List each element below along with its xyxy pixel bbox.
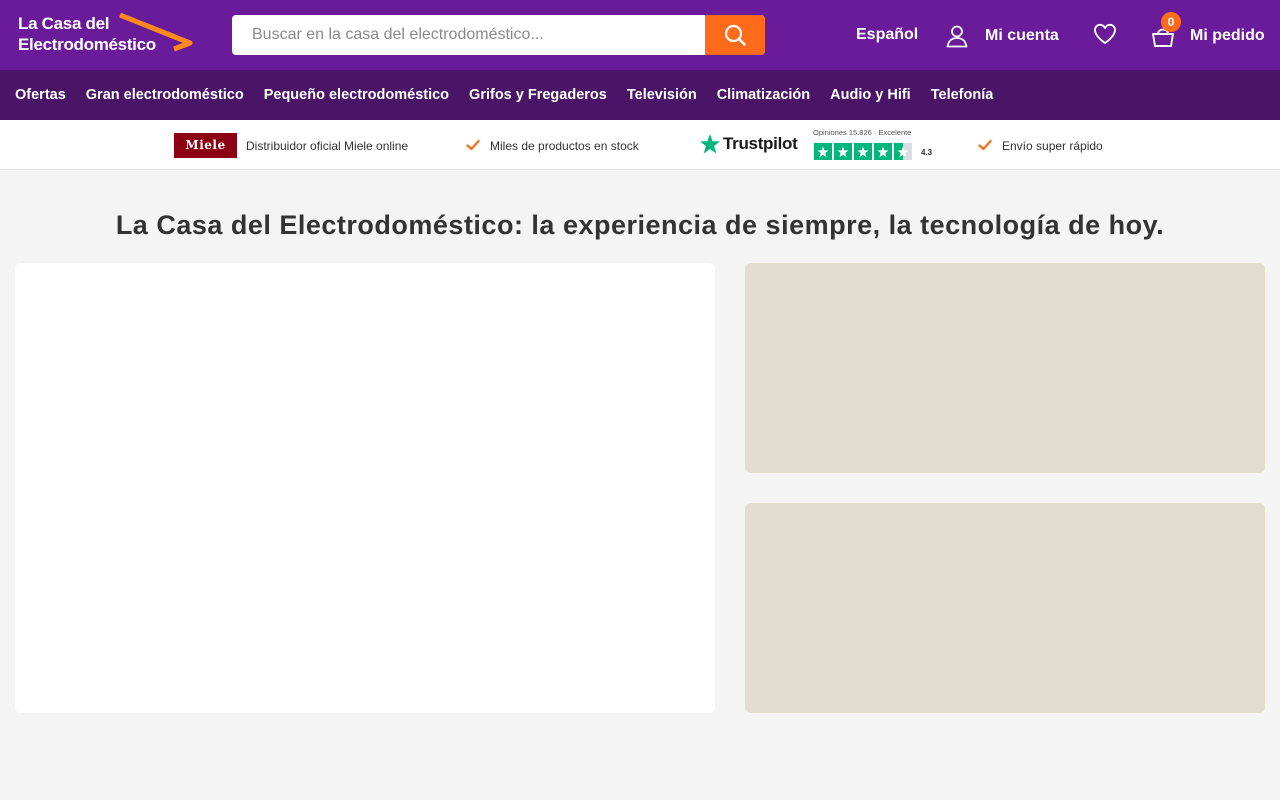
rating-star-icon bbox=[834, 143, 852, 160]
heart-icon bbox=[1094, 23, 1116, 44]
check-icon bbox=[978, 139, 992, 151]
nav-item-television[interactable]: Televisión bbox=[627, 87, 697, 103]
search-bar bbox=[232, 15, 765, 55]
rating-star-icon bbox=[874, 143, 892, 160]
language-selector[interactable]: Español bbox=[856, 24, 918, 46]
main-banner[interactable] bbox=[15, 263, 715, 713]
nav-item-telefonia[interactable]: Telefonía bbox=[931, 87, 994, 103]
search-button[interactable] bbox=[705, 15, 765, 55]
account-link[interactable]: Mi cuenta bbox=[945, 24, 1059, 48]
nav-item-audio-hifi[interactable]: Audio y Hifi bbox=[830, 87, 911, 103]
trustpilot-logo[interactable]: Trustpilot bbox=[699, 133, 798, 155]
logo-arrow-icon bbox=[119, 13, 193, 52]
search-input[interactable] bbox=[232, 15, 705, 55]
nav-item-grifos-fregaderos[interactable]: Grifos y Fregaderos bbox=[469, 87, 607, 103]
nav-item-pequeno-electrodomestico[interactable]: Pequeño electrodoméstico bbox=[264, 87, 449, 103]
site-logo[interactable]: La Casa del Electrodoméstico bbox=[18, 13, 194, 59]
wishlist-button[interactable] bbox=[1093, 23, 1117, 50]
cart-link[interactable]: 0 Mi pedido bbox=[1150, 12, 1265, 48]
nav-item-climatizacion[interactable]: Climatización bbox=[717, 87, 810, 103]
miele-distributor-text: Distribuidor oficial Miele online bbox=[246, 139, 409, 153]
rating-star-icon bbox=[854, 143, 872, 160]
trustpilot-rating-stars bbox=[814, 143, 914, 160]
trustpilot-reviews-text: Opiniones 15.826 · Excelente bbox=[813, 128, 912, 137]
trustpilot-score: 4.3 bbox=[921, 148, 933, 157]
shipping-text: Envío super rápido bbox=[1002, 139, 1103, 153]
cart-label: Mi pedido bbox=[1190, 27, 1265, 44]
side-banner-bottom[interactable] bbox=[745, 503, 1265, 713]
nav-item-gran-electrodomestico[interactable]: Gran electrodoméstico bbox=[86, 87, 244, 103]
trustpilot-name: Trustpilot bbox=[723, 134, 798, 153]
rating-star-icon bbox=[814, 143, 832, 160]
stock-text: Miles de productos en stock bbox=[490, 139, 639, 153]
cart-count-badge: 0 bbox=[1161, 12, 1181, 32]
miele-logo: Miele bbox=[174, 133, 237, 158]
side-banner-top[interactable] bbox=[745, 263, 1265, 473]
account-label: Mi cuenta bbox=[985, 27, 1059, 44]
page-headline: La Casa del Electrodoméstico: la experie… bbox=[115, 210, 1165, 240]
search-icon bbox=[724, 24, 746, 46]
trustpilot-star-icon bbox=[700, 134, 720, 154]
cart-icon-wrap: 0 bbox=[1150, 12, 1181, 48]
rating-half-star-icon bbox=[894, 143, 912, 160]
user-icon bbox=[946, 25, 968, 48]
nav-item-ofertas[interactable]: Ofertas bbox=[15, 87, 66, 103]
main-nav: Ofertas Gran electrodoméstico Pequeño el… bbox=[0, 70, 1280, 120]
check-icon bbox=[466, 139, 480, 151]
